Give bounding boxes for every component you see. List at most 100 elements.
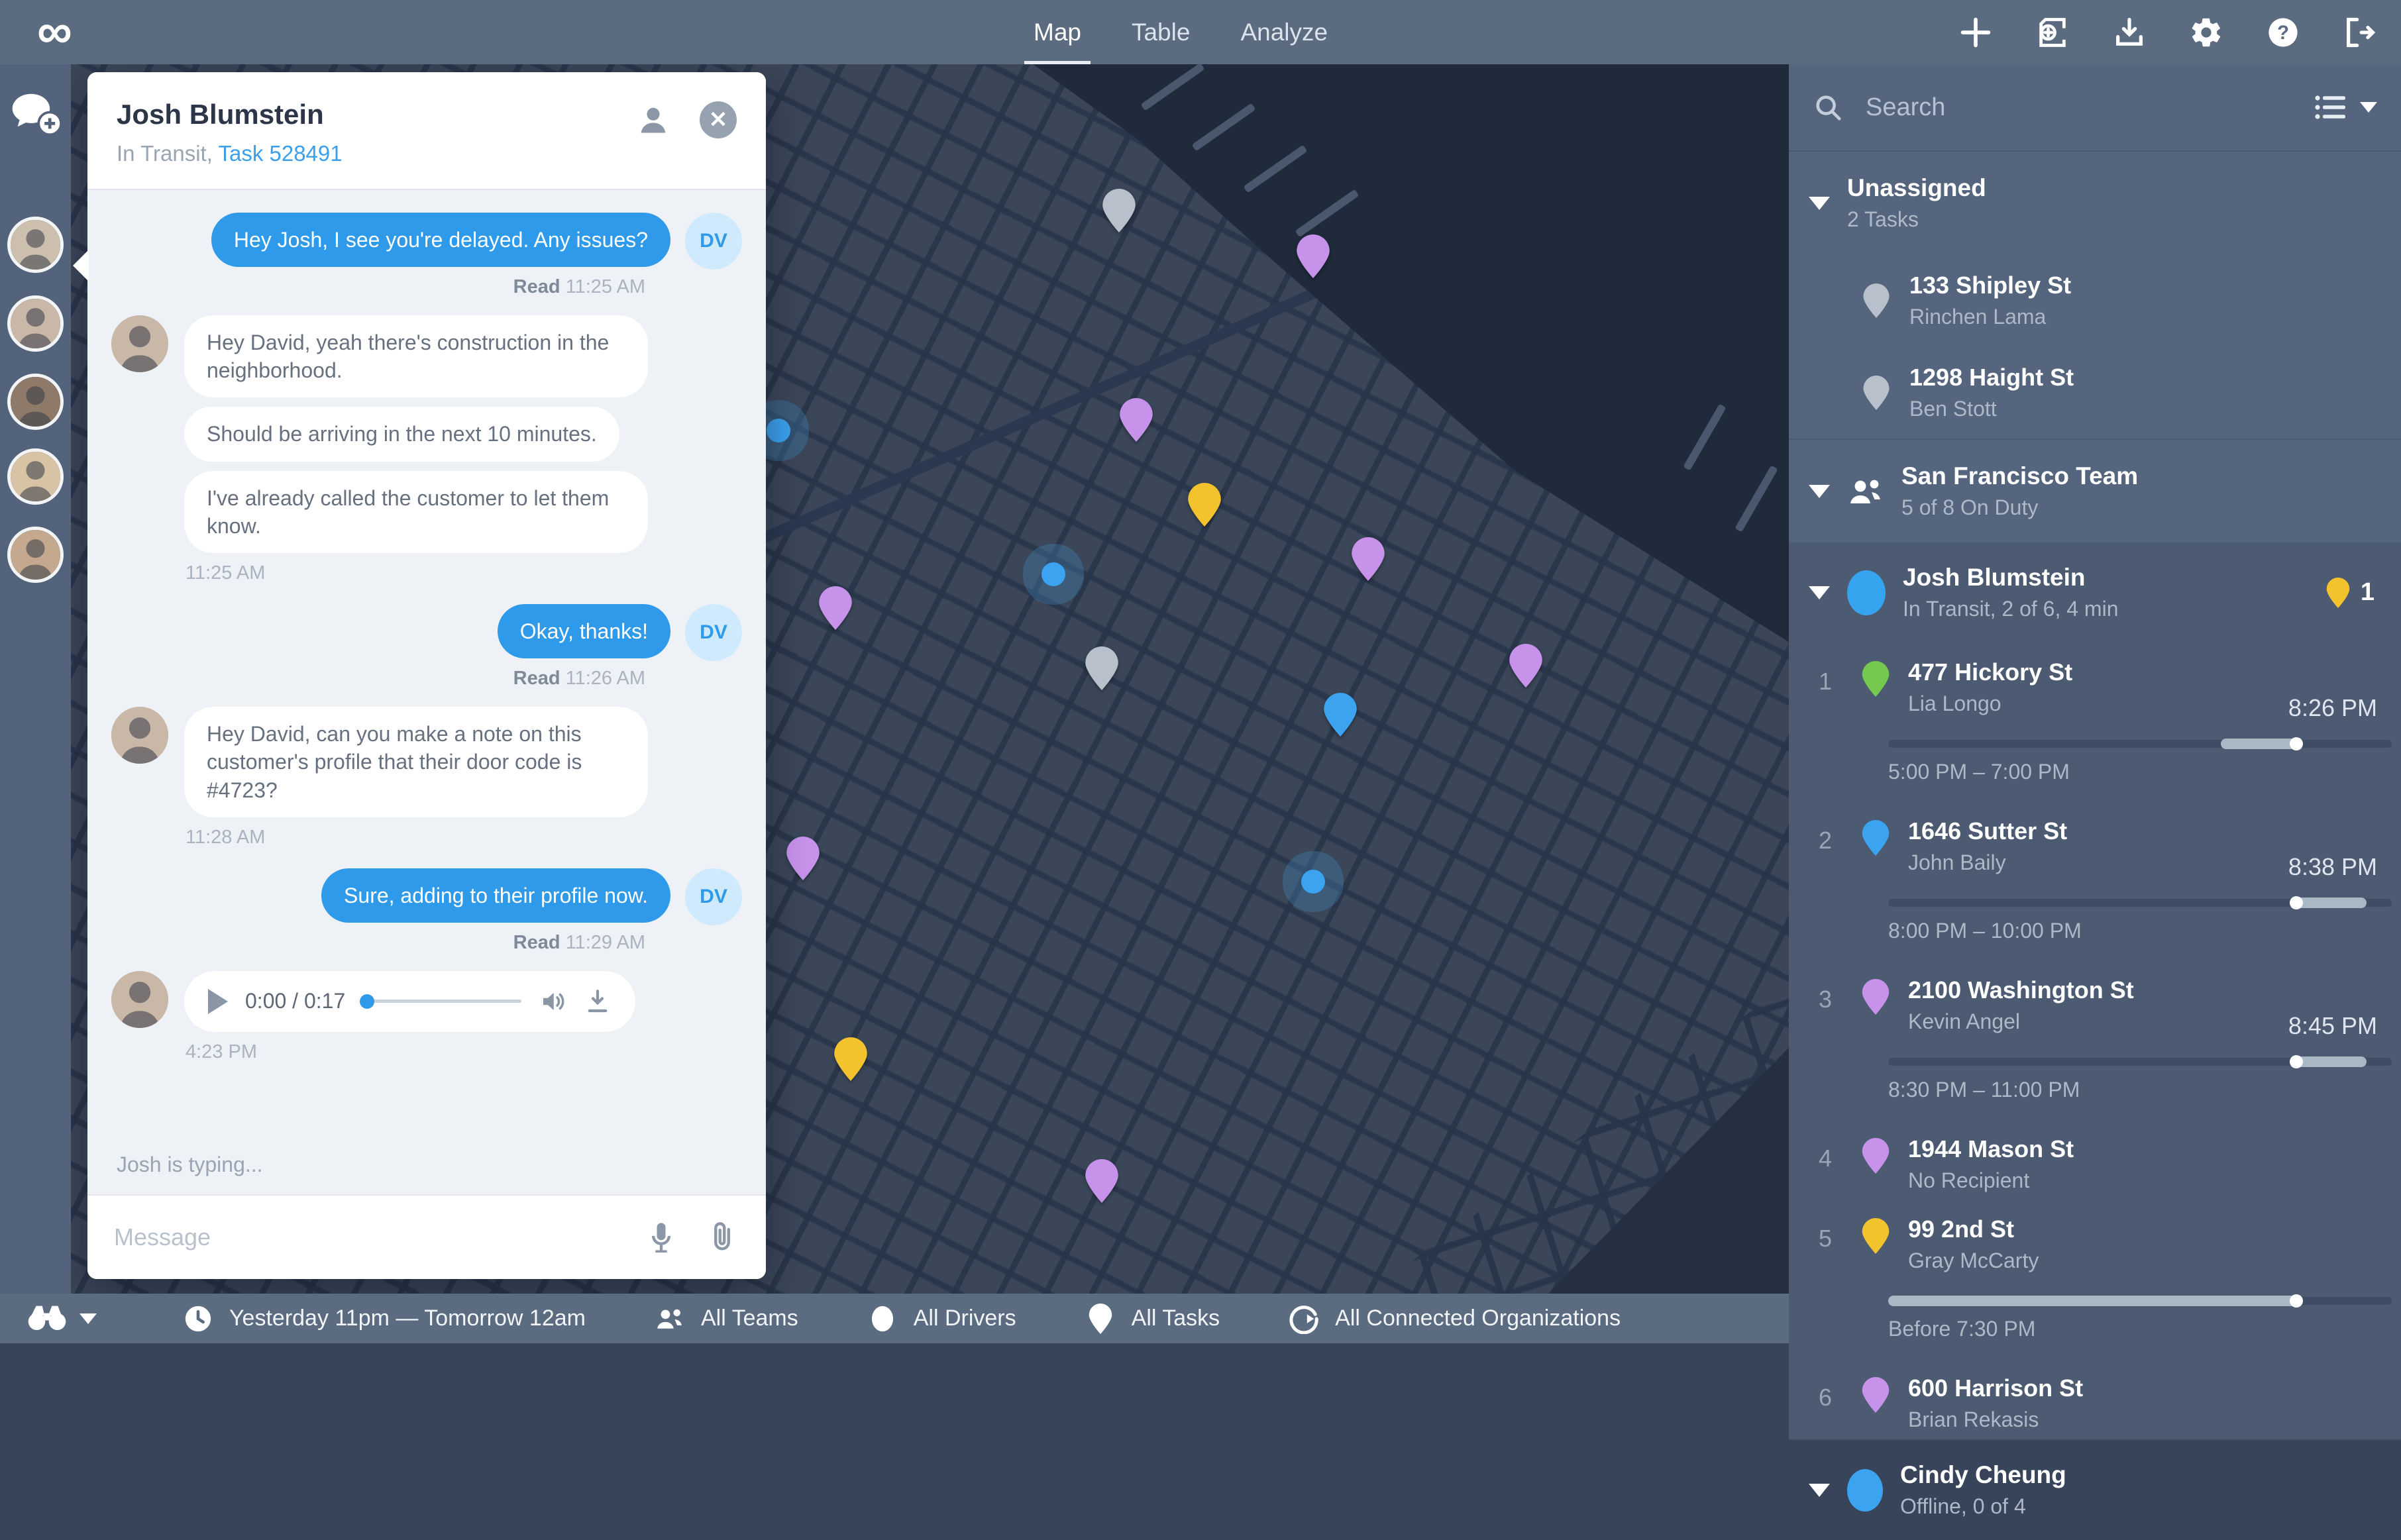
task-pin-icon [1862,661,1890,697]
contact-photo-avatar [111,971,168,1028]
outgoing-bubble: Sure, adding to their profile now. [321,868,670,923]
outgoing-message: Okay, thanks!DV [111,604,742,661]
driver-avatar [1847,570,1886,615]
lookup-control[interactable] [27,1301,97,1336]
sender-initials-avatar: DV [685,868,742,925]
driver-location-dot[interactable] [1301,870,1325,894]
task-time-window: 5:00 PM – 7:00 PM [1888,760,2401,784]
incoming-bubble: Hey David, yeah there's construction in … [184,315,648,397]
search-input[interactable] [1866,93,2291,122]
driver-task-row[interactable]: 1477 Hickory StLia Longo8:26 PM5:00 PM –… [1789,642,2401,801]
unassigned-task-row[interactable]: 1298 Haight StBen Stott [1789,346,2401,438]
driver-row[interactable]: Cindy CheungOffline, 0 of 4 [1789,1440,2401,1540]
task-pin-yellow[interactable] [834,1037,867,1081]
team-icon [1847,473,1884,510]
driver-task-row[interactable]: 21646 Sutter StJohn Baily8:38 PM8:00 PM … [1789,801,2401,960]
driver-task-row[interactable]: 32100 Washington StKevin Angel8:45 PM8:3… [1789,960,2401,1119]
play-icon[interactable] [208,989,228,1014]
audio-seek-slider[interactable] [362,1000,521,1003]
task-pin-purple[interactable] [1085,1159,1118,1203]
task-eta: 8:45 PM [2288,1012,2377,1040]
driver-task-row[interactable]: 41944 Mason StNo Recipient [1789,1119,2401,1200]
message-input[interactable] [114,1223,617,1251]
audio-seek-thumb[interactable] [360,994,374,1009]
task-pin-yellow[interactable] [1188,483,1221,527]
task-progress-bar [1888,1058,2392,1066]
settings-icon[interactable] [2189,15,2223,50]
help-icon[interactable]: ? [2266,15,2300,50]
task-pin-purple[interactable] [819,586,852,630]
task-pin-purple[interactable] [1352,537,1385,581]
filter-clock[interactable]: Yesterday 11pm — Tomorrow 12am [183,1304,586,1334]
task-pin-gray[interactable] [1085,646,1118,690]
filter-teams[interactable]: All Teams [655,1304,798,1334]
import-icon[interactable] [2035,15,2070,50]
filter-driver-oval[interactable]: All Drivers [867,1304,1016,1334]
driver-task-row[interactable]: 599 2nd StGray McCartyBefore 7:30 PM [1789,1200,2401,1359]
task-address: 133 Shipley St [1909,272,2071,299]
microphone-icon[interactable] [644,1220,678,1255]
task-pin-blue[interactable] [1324,693,1357,737]
download-audio-icon[interactable] [584,988,612,1015]
add-icon[interactable] [1958,15,1993,50]
task-pin-purple[interactable] [1297,234,1330,278]
task-pin-purple[interactable] [1509,644,1542,688]
sender-initials-avatar: DV [685,604,742,661]
task-address: 1646 Sutter St [1908,817,2067,845]
unassigned-task-row[interactable]: 133 Shipley StRinchen Lama [1789,254,2401,346]
logout-icon[interactable] [2343,15,2377,50]
task-pin-icon [1862,979,1890,1015]
teams-icon [655,1304,685,1334]
task-time-window: Before 7:30 PM [1888,1317,2401,1341]
app-logo[interactable]: ∞ [37,1,72,61]
top-actions: ? [1958,0,2377,64]
task-progress-marker [2290,1055,2303,1068]
filter-connected-orgs[interactable]: All Connected Organizations [1289,1304,1621,1334]
task-progress-fill [2296,1056,2367,1067]
task-time-window: 8:00 PM – 10:00 PM [1888,919,2401,943]
driver-status: In Transit, 2 of 6, 4 min [1903,597,2118,621]
task-pin-gray[interactable] [1102,189,1136,232]
task-address: 600 Harrison St [1908,1374,2083,1402]
driver-row[interactable]: Josh BlumsteinIn Transit, 2 of 6, 4 min1 [1789,542,2401,642]
chevron-down-icon [1809,197,1830,210]
driver-task-row[interactable]: 6600 Harrison StBrian Rekasis [1789,1359,2401,1439]
download-icon[interactable] [2112,15,2147,50]
new-chat-icon[interactable] [9,91,62,137]
task-progress-fill [2296,898,2367,908]
group-title: Unassigned [1847,174,1986,202]
task-pin-purple[interactable] [786,837,820,880]
group-header-team[interactable]: San Francisco Team5 of 8 On Duty [1789,438,2401,542]
task-address: 99 2nd St [1908,1215,2039,1243]
incoming-bubble: I've already called the customer to let … [184,471,648,553]
tab-map[interactable]: Map [1034,0,1081,64]
task-pin-icon [1862,1138,1890,1174]
chat-close-button[interactable]: ✕ [700,101,737,138]
contact-profile-icon[interactable] [636,103,670,137]
group-header-unassigned[interactable]: Unassigned2 Tasks [1789,152,2401,254]
conversation-avatar-active[interactable] [7,295,64,352]
attachment-icon[interactable] [705,1220,739,1255]
volume-icon[interactable] [539,988,566,1015]
driver-location-dot[interactable] [1041,562,1065,586]
conversation-avatar[interactable] [7,374,64,430]
badge-count: 1 [2361,578,2374,607]
incoming-message: Hey David, can you make a note on this c… [111,707,742,817]
task-pin-purple[interactable] [1120,398,1153,442]
tab-analyze[interactable]: Analyze [1240,0,1328,64]
outgoing-bubble: Hey Josh, I see you're delayed. Any issu… [211,213,670,267]
conversation-avatar[interactable] [7,527,64,583]
filter-task-pin[interactable]: All Tasks [1085,1304,1220,1334]
chat-task-link[interactable]: Task 528491 [218,141,342,166]
task-progress-fill [2221,739,2296,749]
incoming-audio-message: 0:00 / 0:17 [111,971,742,1032]
driver-location-dot[interactable] [767,419,790,442]
task-recipient: Lia Longo [1908,692,2072,716]
conversation-avatar[interactable] [7,217,64,273]
list-view-toggle[interactable] [2314,90,2377,125]
conversation-avatar[interactable] [7,448,64,505]
tab-table[interactable]: Table [1132,0,1190,64]
read-receipt: Read 11:29 AM [111,932,742,954]
task-recipient: Kevin Angel [1908,1009,2134,1034]
task-progress-bar [1888,899,2392,907]
